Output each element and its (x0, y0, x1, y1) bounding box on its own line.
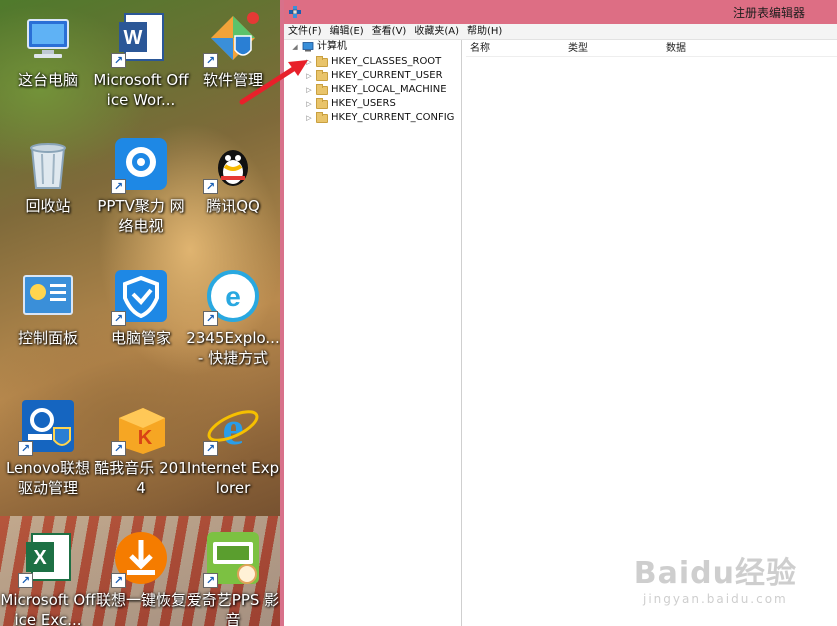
desktop-icon-label: 酷我音乐 2014 (94, 459, 188, 497)
recycle-bin-icon (20, 136, 76, 192)
tree-label: HKEY_CURRENT_CONFIG (331, 112, 455, 123)
column-header-type[interactable]: 类型 (564, 40, 662, 56)
iqiyi-icon: ↗ (203, 530, 261, 588)
tree-label: HKEY_CLASSES_ROOT (331, 56, 442, 67)
shortcut-arrow-icon: ↗ (203, 573, 218, 588)
desktop-icon-label: Microsoft Office Exc... (0, 591, 96, 626)
ie-icon: e ↗ (203, 398, 261, 456)
desktop-icon-pptv[interactable]: ↗ PPTV聚力 网络电视 (93, 136, 189, 236)
desktop-icon-kuwo-music[interactable]: K ↗ 酷我音乐 2014 (93, 398, 189, 498)
tree-item-hkey-classes-root[interactable]: ▷ HKEY_CLASSES_ROOT (304, 55, 441, 69)
tree-root-computer[interactable]: ◢ 计算机 (290, 40, 347, 54)
desktop-icon-word[interactable]: W ↗ Microsoft Office Wor... (93, 10, 189, 110)
annotation-arrow-icon (236, 54, 316, 113)
svg-text:K: K (138, 427, 153, 449)
menu-view[interactable]: 查看(V) (368, 24, 411, 39)
shortcut-arrow-icon: ↗ (203, 311, 218, 326)
tree-item-hkey-users[interactable]: ▷ HKEY_USERS (304, 97, 396, 111)
menu-favorites[interactable]: 收藏夹(A) (410, 24, 463, 39)
shortcut-arrow-icon: ↗ (203, 179, 218, 194)
desktop-icon-2345-explorer[interactable]: e ↗ 2345Explo... - 快捷方式 (185, 268, 280, 368)
watermark-url: jingyan.baidu.com (643, 592, 788, 606)
desktop-icon-label: PPTV聚力 网络电视 (97, 197, 185, 235)
folder-icon (316, 69, 328, 81)
menu-file[interactable]: 文件(F) (284, 24, 326, 39)
desktop-icon-label: 这台电脑 (17, 71, 78, 89)
shortcut-arrow-icon: ↗ (111, 441, 126, 456)
key-tree-pane[interactable]: ◢ 计算机 ▷ HKEY_CLASSES_ROOT ▷ HKEY_CURRENT… (284, 40, 462, 626)
column-header-data[interactable]: 数据 (662, 40, 782, 56)
expanded-arrow-icon[interactable]: ◢ (290, 40, 300, 54)
desktop-icon-label: 爱奇艺PPS 影音 (186, 591, 280, 626)
tree-label: HKEY_LOCAL_MACHINE (331, 84, 447, 95)
registry-app-icon (288, 4, 302, 18)
computer-icon (302, 42, 314, 52)
baidu-watermark: Baidu经验 jingyan.baidu.com (634, 548, 797, 606)
shortcut-arrow-icon: ↗ (111, 179, 126, 194)
pptv-icon: ↗ (111, 136, 169, 194)
folder-icon (316, 83, 328, 95)
word-icon: W ↗ (111, 10, 169, 68)
collapsed-arrow-icon[interactable]: ▷ (304, 111, 314, 125)
computer-icon (20, 10, 76, 66)
desktop-icon-control-panel[interactable]: 控制面板 (0, 268, 96, 348)
tree-item-hkey-current-user[interactable]: ▷ HKEY_CURRENT_USER (304, 69, 443, 83)
window-title: 注册表编辑器 (732, 6, 805, 20)
desktop-icon-iqiyi[interactable]: ↗ 爱奇艺PPS 影音 (185, 530, 280, 626)
excel-icon: X ↗ (18, 530, 76, 588)
pc-manager-icon: ↗ (111, 268, 169, 326)
desktop-icon-label: 2345Explo... - 快捷方式 (186, 329, 280, 367)
desktop-icon-internet-explorer[interactable]: e ↗ Internet Explorer (185, 398, 280, 498)
menu-bar: 文件(F) 编辑(E) 查看(V) 收藏夹(A) 帮助(H) (284, 24, 837, 40)
tree-item-hkey-current-config[interactable]: ▷ HKEY_CURRENT_CONFIG (304, 111, 454, 125)
menu-edit[interactable]: 编辑(E) (326, 24, 368, 39)
tree-item-hkey-local-machine[interactable]: ▷ HKEY_LOCAL_MACHINE (304, 83, 447, 97)
shortcut-arrow-icon: ↗ (111, 573, 126, 588)
title-bar[interactable]: 注册表编辑器 (284, 0, 837, 24)
column-header-name[interactable]: 名称 (466, 40, 564, 56)
svg-text:e: e (222, 402, 243, 454)
registry-editor-window: 注册表编辑器 文件(F) 编辑(E) 查看(V) 收藏夹(A) 帮助(H) ◢ … (280, 0, 837, 626)
control-panel-icon (20, 268, 76, 324)
desktop-icon-label: 电脑管家 (110, 329, 171, 347)
folder-icon (316, 111, 328, 123)
tree-label: HKEY_USERS (331, 98, 396, 109)
desktop-icon-label: Internet Explorer (186, 459, 280, 497)
desktop-icon-lenovo-driver[interactable]: ↗ Lenovo联想驱动管理 (0, 398, 96, 498)
values-list-pane[interactable]: 名称 类型 数据 (466, 40, 837, 626)
desktop-icon-pc-manager[interactable]: ↗ 电脑管家 (93, 268, 189, 348)
lenovo-driver-icon: ↗ (18, 398, 76, 456)
desktop-icon-lenovo-recovery[interactable]: ↗ 联想一键恢复 (93, 530, 189, 610)
kuwo-music-icon: K ↗ (111, 398, 169, 456)
watermark-logo: Baidu经验 (633, 556, 797, 591)
desktop-icon-this-pc[interactable]: 这台电脑 (0, 10, 96, 90)
lenovo-recovery-icon: ↗ (111, 530, 169, 588)
shortcut-arrow-icon: ↗ (18, 573, 33, 588)
desktop-icon-recycle-bin[interactable]: 回收站 (0, 136, 96, 216)
qq-icon: ↗ (203, 136, 261, 194)
desktop-icon-label: 联想一键恢复 (95, 591, 186, 609)
folder-icon (316, 97, 328, 109)
2345-explorer-icon: e ↗ (203, 268, 261, 326)
desktop-icon-label: 腾讯QQ (206, 197, 260, 215)
shortcut-arrow-icon: ↗ (111, 53, 126, 68)
tree-label: HKEY_CURRENT_USER (331, 70, 443, 81)
desktop-icon-label: Microsoft Office Wor... (93, 71, 189, 109)
folder-icon (316, 55, 328, 67)
list-header: 名称 类型 数据 (466, 40, 837, 57)
shortcut-arrow-icon: ↗ (203, 441, 218, 456)
svg-text:e: e (225, 281, 241, 312)
svg-text:W: W (124, 27, 143, 49)
shortcut-arrow-icon: ↗ (111, 311, 126, 326)
shortcut-arrow-icon: ↗ (18, 441, 33, 456)
desktop-icon-label: 控制面板 (17, 329, 78, 347)
svg-text:X: X (33, 547, 47, 569)
tree-label: 计算机 (317, 41, 347, 52)
desktop-icon-label: Lenovo联想驱动管理 (5, 459, 91, 497)
desktop-icon-qq[interactable]: ↗ 腾讯QQ (185, 136, 280, 216)
shortcut-arrow-icon: ↗ (203, 53, 218, 68)
menu-help[interactable]: 帮助(H) (463, 24, 506, 39)
desktop-icon-excel[interactable]: X ↗ Microsoft Office Exc... (0, 530, 96, 626)
desktop-icon-label: 回收站 (25, 197, 71, 215)
